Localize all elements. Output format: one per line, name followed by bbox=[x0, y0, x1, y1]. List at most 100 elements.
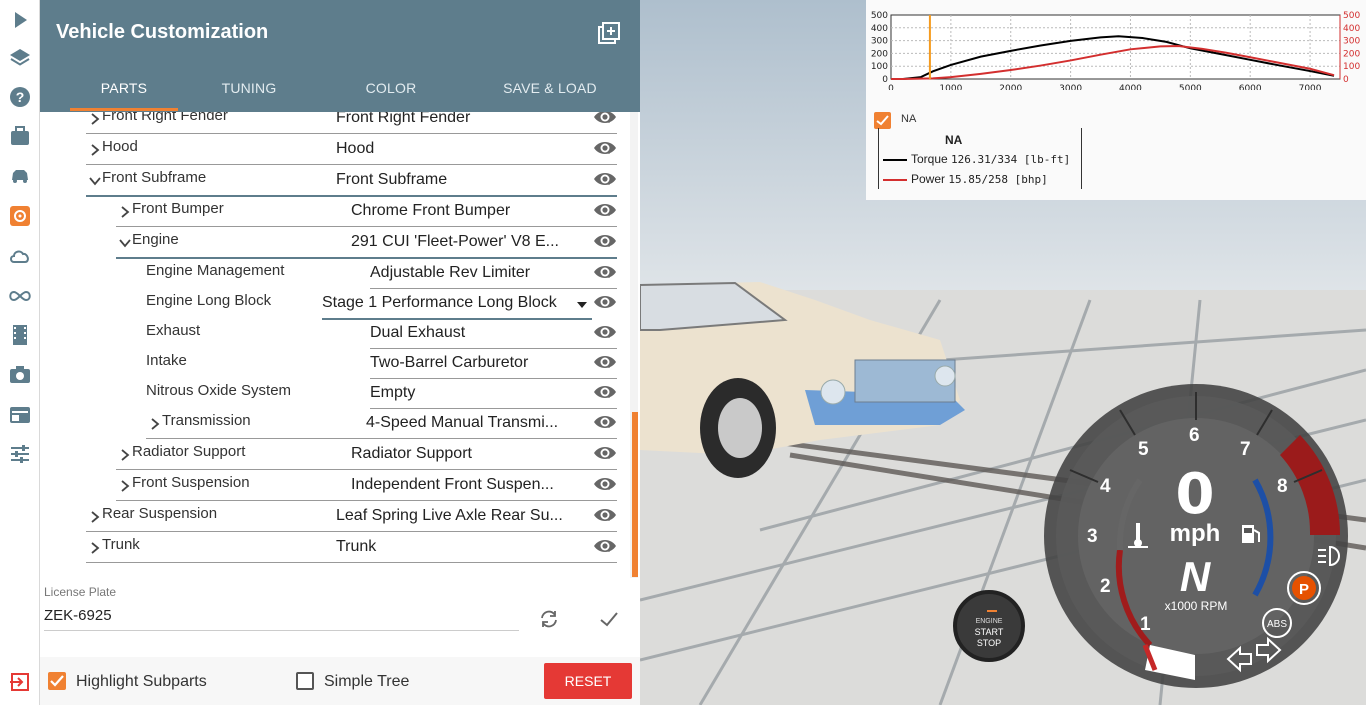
chevron-down-icon[interactable] bbox=[88, 175, 102, 187]
new-window-icon[interactable] bbox=[598, 22, 620, 44]
part-row-intake: Intake Two-Barrel Carburetor bbox=[40, 352, 640, 383]
visibility-eye-icon[interactable] bbox=[593, 352, 617, 372]
part-select-value: 291 CUI 'Fleet-Power' V8 E... bbox=[351, 233, 559, 250]
cloud-icon[interactable] bbox=[0, 236, 40, 276]
svg-text:ABS: ABS bbox=[1267, 619, 1287, 630]
chevron-right-icon[interactable] bbox=[118, 480, 132, 492]
rpm-number-1: 1 bbox=[1140, 614, 1151, 635]
chevron-right-icon[interactable] bbox=[148, 418, 162, 430]
part-select[interactable]: Chrome Front Bumper bbox=[351, 200, 616, 226]
part-label: Front Suspension bbox=[132, 474, 250, 491]
part-label: Transmission bbox=[162, 412, 251, 429]
ui-apps-icon[interactable] bbox=[0, 395, 40, 435]
y-tick-label-left: 100 bbox=[871, 62, 888, 72]
part-select[interactable]: 4-Speed Manual Transmi... bbox=[366, 412, 616, 438]
rpm-number-4: 4 bbox=[1100, 476, 1111, 497]
visibility-eye-icon[interactable] bbox=[593, 536, 617, 556]
mission-icon[interactable] bbox=[0, 116, 40, 156]
part-select-value: Chrome Front Bumper bbox=[351, 202, 511, 219]
highlight-subparts-checkbox[interactable] bbox=[48, 672, 66, 690]
parking-brake-icon: P bbox=[1287, 571, 1321, 605]
part-select[interactable]: 291 CUI 'Fleet-Power' V8 E... bbox=[351, 231, 616, 257]
vehicle-icon[interactable] bbox=[0, 156, 40, 196]
vehicle-config-icon[interactable] bbox=[0, 196, 40, 236]
visibility-eye-icon[interactable] bbox=[593, 292, 617, 312]
visibility-eye-icon[interactable] bbox=[593, 474, 617, 494]
row-divider bbox=[370, 288, 617, 289]
plot-area bbox=[890, 14, 1341, 80]
visibility-eye-icon[interactable] bbox=[593, 112, 617, 127]
part-select[interactable]: Hood bbox=[336, 138, 616, 164]
part-select[interactable]: Front Right Fender bbox=[336, 112, 616, 133]
visibility-eye-icon[interactable] bbox=[593, 231, 617, 251]
license-plate-input[interactable]: ZEK-6925 bbox=[44, 607, 519, 631]
torque-power-graph-panel: 500 400 300 200 100 0 500 400 300 200 100 0 0 1000 200… bbox=[866, 0, 1366, 200]
chevron-down-icon[interactable] bbox=[118, 237, 132, 249]
svg-text:P: P bbox=[1299, 581, 1309, 598]
visibility-eye-icon[interactable] bbox=[593, 322, 617, 342]
part-select[interactable]: Adjustable Rev Limiter bbox=[370, 262, 616, 288]
part-select[interactable]: Front Subframe bbox=[336, 169, 616, 195]
reset-button[interactable]: RESET bbox=[544, 663, 632, 699]
visibility-eye-icon[interactable] bbox=[593, 382, 617, 402]
speed-unit: mph bbox=[1169, 520, 1221, 547]
parts-scroll-thumb[interactable] bbox=[632, 412, 638, 577]
part-select-value: Radiator Support bbox=[351, 445, 472, 462]
row-divider bbox=[116, 500, 617, 501]
check-icon[interactable] bbox=[598, 608, 620, 630]
chevron-right-icon[interactable] bbox=[88, 542, 102, 554]
visibility-eye-icon[interactable] bbox=[593, 443, 617, 463]
film-icon[interactable] bbox=[0, 315, 40, 355]
visibility-eye-icon[interactable] bbox=[593, 412, 617, 432]
part-select[interactable]: Dual Exhaust bbox=[370, 322, 616, 348]
part-select[interactable]: Trunk bbox=[336, 536, 616, 562]
part-select[interactable]: Leaf Spring Live Axle Rear Su... bbox=[336, 505, 616, 531]
tab-parts[interactable]: PARTS bbox=[70, 80, 178, 96]
help-icon[interactable]: ? bbox=[0, 77, 40, 117]
visibility-eye-icon[interactable] bbox=[593, 262, 617, 282]
chevron-right-icon[interactable] bbox=[88, 511, 102, 523]
svg-text:?: ? bbox=[16, 89, 25, 105]
engine-start-stop-button[interactable]: ENGINE START STOP bbox=[953, 590, 1025, 662]
part-row-radiator-support: Radiator Support Radiator Support bbox=[40, 443, 640, 474]
part-select-value: Front Right Fender bbox=[336, 112, 471, 126]
part-label: Front Bumper bbox=[132, 200, 224, 217]
part-label: Exhaust bbox=[146, 322, 201, 339]
part-select[interactable]: Independent Front Suspen... bbox=[351, 474, 616, 500]
na-series-checkbox[interactable] bbox=[874, 112, 891, 129]
part-select[interactable]: Two-Barrel Carburetor bbox=[370, 352, 616, 378]
infinity-icon[interactable] bbox=[0, 276, 40, 316]
refresh-icon[interactable] bbox=[538, 608, 560, 630]
chevron-right-icon[interactable] bbox=[88, 144, 102, 156]
part-select[interactable]: Empty bbox=[370, 382, 616, 408]
chevron-right-icon[interactable] bbox=[88, 113, 102, 125]
part-label: Engine Management bbox=[146, 262, 285, 279]
camera-icon[interactable] bbox=[0, 354, 40, 394]
tab-save-load[interactable]: SAVE & LOAD bbox=[495, 80, 605, 96]
chevron-right-icon[interactable] bbox=[118, 449, 132, 461]
simple-tree-checkbox[interactable] bbox=[296, 672, 314, 690]
exit-icon[interactable] bbox=[0, 662, 40, 702]
visibility-eye-icon[interactable] bbox=[593, 169, 617, 189]
visibility-eye-icon[interactable] bbox=[593, 505, 617, 525]
part-row-transmission: Transmission 4-Speed Manual Transmi... bbox=[40, 412, 640, 443]
chevron-right-icon[interactable] bbox=[118, 206, 132, 218]
part-label: Engine Long Block bbox=[146, 292, 272, 309]
visibility-eye-icon[interactable] bbox=[593, 138, 617, 158]
settings-sliders-icon[interactable] bbox=[0, 434, 40, 474]
play-icon[interactable] bbox=[0, 0, 40, 40]
torque-power-chart: 500400300200100050040030020010000 1000 200… bbox=[871, 11, 1361, 90]
part-select[interactable]: Radiator Support bbox=[351, 443, 616, 469]
x-tick-label: 7000 bbox=[1299, 84, 1322, 90]
part-label: Front Right Fender bbox=[102, 112, 228, 124]
power-value: 15.85/258 [bhp] bbox=[948, 173, 1048, 186]
part-label: Nitrous Oxide System bbox=[146, 382, 292, 399]
layers-icon[interactable] bbox=[0, 38, 40, 78]
rpm-number-7: 7 bbox=[1240, 439, 1251, 460]
torque-value: 126.31/334 [lb-ft] bbox=[951, 153, 1071, 166]
torque-swatch bbox=[883, 158, 907, 161]
part-select[interactable]: Stage 1 Performance Long Block bbox=[322, 292, 589, 318]
visibility-eye-icon[interactable] bbox=[593, 200, 617, 220]
tab-tuning[interactable]: TUNING bbox=[196, 80, 302, 96]
tab-color[interactable]: COLOR bbox=[338, 80, 444, 96]
